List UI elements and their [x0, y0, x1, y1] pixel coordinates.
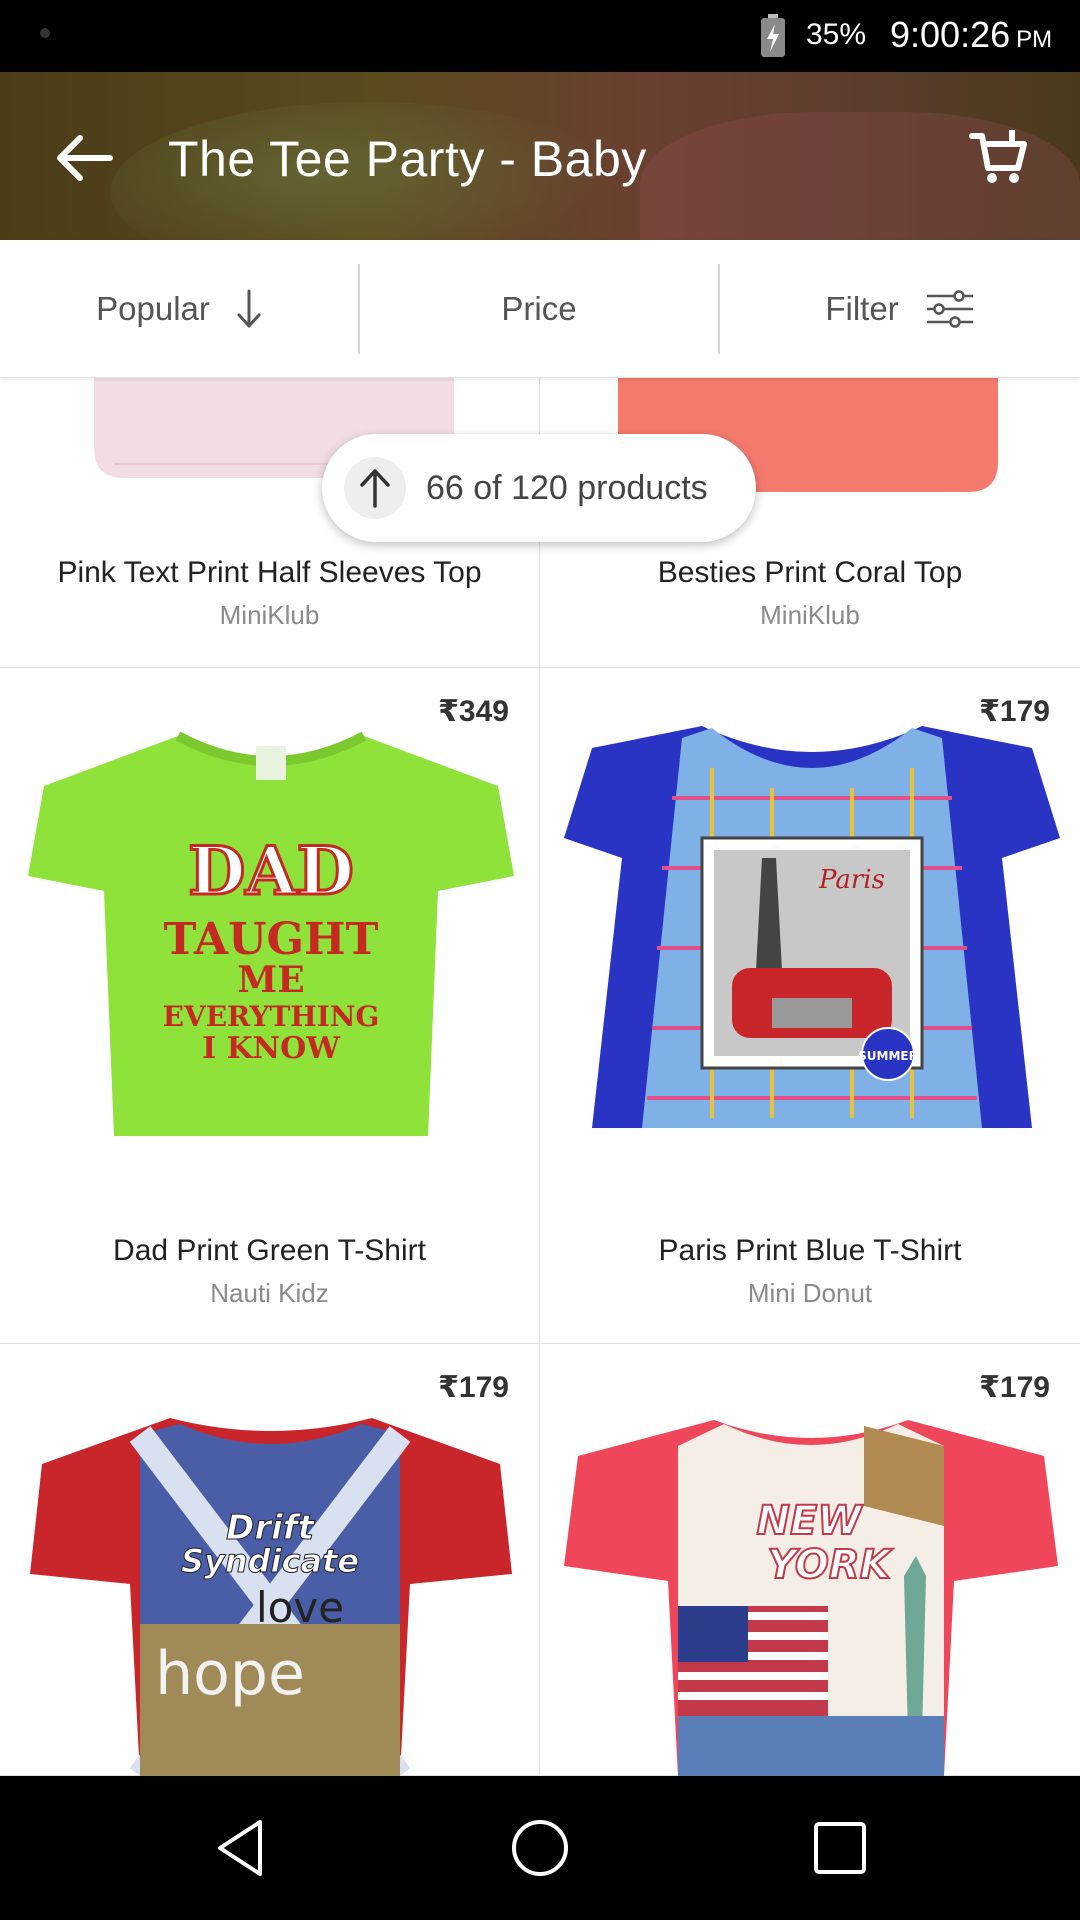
- arrow-down-icon: [237, 289, 261, 328]
- product-card[interactable]: ₹179 NEW YORK: [540, 1344, 1080, 1776]
- battery-percent: 35%: [806, 18, 867, 51]
- page-title: The Tee Party - Baby: [168, 131, 647, 187]
- product-price: ₹179: [979, 1371, 1050, 1404]
- product-brand: MiniKlub: [760, 600, 860, 630]
- shirt-print-text: TAUGHT: [164, 914, 379, 965]
- product-name: Besties Print Coral Top: [657, 556, 963, 589]
- system-navigation-bar: [0, 1776, 1080, 1920]
- sort-popular-button[interactable]: Popular: [0, 240, 358, 378]
- battery-charging-icon: [761, 14, 785, 57]
- shirt-print-text: DAD: [188, 832, 354, 910]
- shirt-print-text: Paris: [818, 865, 885, 895]
- shirt-print-text: hope: [155, 1639, 305, 1709]
- product-name: Dad Print Green T-Shirt: [113, 1234, 426, 1267]
- product-name: Pink Text Print Half Sleeves Top: [57, 556, 482, 589]
- sliders-icon: [926, 290, 973, 328]
- recents-square-icon[interactable]: [808, 1816, 872, 1880]
- product-image: DAD TAUGHT ME EVERYTHING I KNOW: [28, 731, 514, 1136]
- scroll-to-top-button[interactable]: [344, 457, 406, 519]
- product-card[interactable]: ₹179 Drift Syndicate love hope: [0, 1344, 540, 1776]
- product-price: ₹179: [438, 1371, 509, 1404]
- filter-button[interactable]: Filter: [720, 240, 1080, 378]
- product-card[interactable]: ₹349 DAD TAUGHT ME EVERYTHING I KNOW Dad…: [0, 668, 540, 1344]
- clock-time: 9:00:26: [890, 14, 1011, 55]
- product-image: Drift Syndicate love hope: [30, 1418, 512, 1776]
- sort-filter-bar: Popular Price Filter: [0, 240, 1080, 378]
- clock-ampm: PM: [1016, 26, 1053, 53]
- back-triangle-icon[interactable]: [210, 1816, 274, 1880]
- shirt-print-text: love: [256, 1583, 344, 1632]
- product-brand: MiniKlub: [219, 600, 320, 630]
- clock: 9:00:26 PM: [890, 14, 1052, 56]
- filter-label: Filter: [825, 290, 899, 327]
- cart-icon[interactable]: [968, 124, 1032, 188]
- sort-price-label: Price: [501, 290, 577, 327]
- shirt-print-text: I KNOW: [202, 1031, 341, 1066]
- shirt-print-text: EVERYTHING: [163, 1000, 380, 1033]
- shirt-print-text: Syndicate: [181, 1542, 359, 1580]
- product-count-text: 66 of 120 products: [426, 468, 708, 507]
- status-bar: 35% 9:00:26 PM: [0, 0, 1080, 72]
- shirt-print-text: ME: [237, 959, 304, 1001]
- sort-popular-label: Popular: [96, 290, 210, 327]
- arrow-up-icon: [360, 469, 390, 508]
- product-image: Paris SUMMER: [564, 726, 1060, 1128]
- product-name: Paris Print Blue T-Shirt: [658, 1234, 962, 1267]
- shirt-print-text: NEW: [757, 1498, 864, 1544]
- sort-price-button[interactable]: Price: [360, 240, 718, 378]
- shirt-print-text: SUMMER: [858, 1049, 918, 1063]
- product-grid: Pink Text Print Half Sleeves Top MiniKlu…: [0, 378, 1080, 1776]
- product-brand: Mini Donut: [747, 1278, 873, 1308]
- app-bar: The Tee Party - Baby: [0, 72, 1080, 240]
- shirt-print-text: YORK: [767, 1542, 893, 1588]
- notification-dot: [40, 28, 50, 38]
- product-counter-pill[interactable]: 66 of 120 products: [322, 434, 756, 542]
- product-card[interactable]: ₹179 Paris SUMMER Paris Print Blue T-Shi…: [540, 668, 1080, 1344]
- arrow-left-icon[interactable]: [50, 124, 118, 192]
- product-brand: Nauti Kidz: [210, 1278, 329, 1308]
- home-circle-icon[interactable]: [508, 1816, 572, 1880]
- product-image: NEW YORK: [564, 1420, 1058, 1776]
